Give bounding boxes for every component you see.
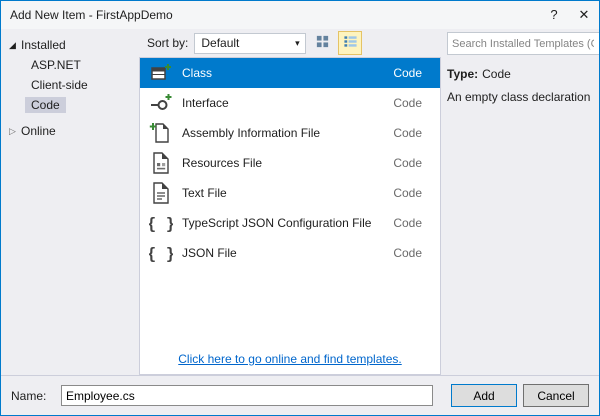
online-link-row: Click here to go online and find templat… [140,352,440,366]
sort-by-label: Sort by: [147,36,188,50]
text-file-icon [148,181,174,205]
sidebar-item-client-side[interactable]: Client-side [1,75,139,95]
sidebar-item-aspnet[interactable]: ASP.NET [1,55,139,75]
resources-file-icon [148,151,174,175]
template-category: Code [393,216,422,230]
add-new-item-dialog: Add New Item - FirstAppDemo ? ✕ ◢ Instal… [0,0,600,416]
template-name: TypeScript JSON Configuration File [182,216,393,230]
class-icon [148,61,174,85]
titlebar: Add New Item - FirstAppDemo ? ✕ [1,1,599,29]
template-item-resources-file[interactable]: Resources File Code [140,148,440,178]
template-item-class[interactable]: Class Code [140,58,440,88]
template-name: Resources File [182,156,393,170]
template-name: Assembly Information File [182,126,393,140]
template-category-tree: ◢ Installed ASP.NET Client-side Code ▷ O… [1,29,139,375]
list-view-icon [343,34,358,52]
sort-dropdown-value: Default [201,36,239,50]
sidebar-item-label: Code [25,97,66,113]
medium-icons-view-button[interactable] [310,31,334,55]
add-button[interactable]: Add [451,384,517,407]
template-name: Class [182,66,393,80]
template-category: Code [393,156,422,170]
dialog-footer: Name: Add Cancel [1,375,599,415]
template-category: Code [393,126,422,140]
interface-icon [148,91,174,115]
typescript-json-file-icon: { } [148,211,174,235]
template-category: Code [393,66,422,80]
template-category: Code [393,96,422,110]
template-list-pane: Sort by: Default ▾ [139,29,441,375]
template-name: Text File [182,186,393,200]
collapsed-arrow-icon: ▷ [9,126,21,136]
sidebar-item-label: ASP.NET [25,57,87,73]
template-name: Interface [182,96,393,110]
grid-view-icon [315,34,330,52]
svg-text:{ }: { } [149,244,173,263]
list-toolbar: Sort by: Default ▾ [139,29,441,57]
tree-node-online[interactable]: ▷ Online [1,121,139,141]
type-label: Type: [447,67,478,81]
chevron-down-icon: ▾ [289,38,305,49]
template-details-pane: ▾ Type: Code An empty class declaration [441,29,599,375]
assembly-information-file-icon [148,121,174,145]
close-button[interactable]: ✕ [569,1,599,29]
search-button[interactable]: ▾ [598,33,599,54]
window-title: Add New Item - FirstAppDemo [1,8,173,22]
template-list: Class Code Interface Code [139,57,441,375]
tree-node-installed-label: Installed [21,38,66,52]
sort-dropdown[interactable]: Default ▾ [194,33,306,54]
template-details: Type: Code An empty class declaration [447,67,599,104]
search-input[interactable] [448,38,598,50]
sidebar-item-label: Client-side [25,77,94,93]
find-templates-link[interactable]: Click here to go online and find templat… [178,352,401,366]
cancel-button[interactable]: Cancel [523,384,589,407]
tree-node-online-label: Online [21,124,56,138]
svg-text:{ }: { } [149,214,173,233]
template-item-json-file[interactable]: { } JSON File Code [140,238,440,268]
json-file-icon: { } [148,241,174,265]
template-description: An empty class declaration [447,90,599,104]
type-value: Code [482,67,511,81]
search-box: ▾ [447,32,599,55]
template-category: Code [393,186,422,200]
list-view-button[interactable] [338,31,362,55]
template-name: JSON File [182,246,393,260]
template-item-text-file[interactable]: Text File Code [140,178,440,208]
name-input[interactable] [61,385,433,406]
dialog-content: ◢ Installed ASP.NET Client-side Code ▷ O… [1,29,599,375]
help-button[interactable]: ? [539,1,569,29]
sidebar-item-code[interactable]: Code [1,95,139,115]
tree-node-installed[interactable]: ◢ Installed [1,35,139,55]
template-category: Code [393,246,422,260]
template-item-assembly-information-file[interactable]: Assembly Information File Code [140,118,440,148]
name-label: Name: [11,389,53,403]
expanded-arrow-icon: ◢ [9,40,21,50]
template-item-interface[interactable]: Interface Code [140,88,440,118]
template-item-typescript-json-configuration-file[interactable]: { } TypeScript JSON Configuration File C… [140,208,440,238]
